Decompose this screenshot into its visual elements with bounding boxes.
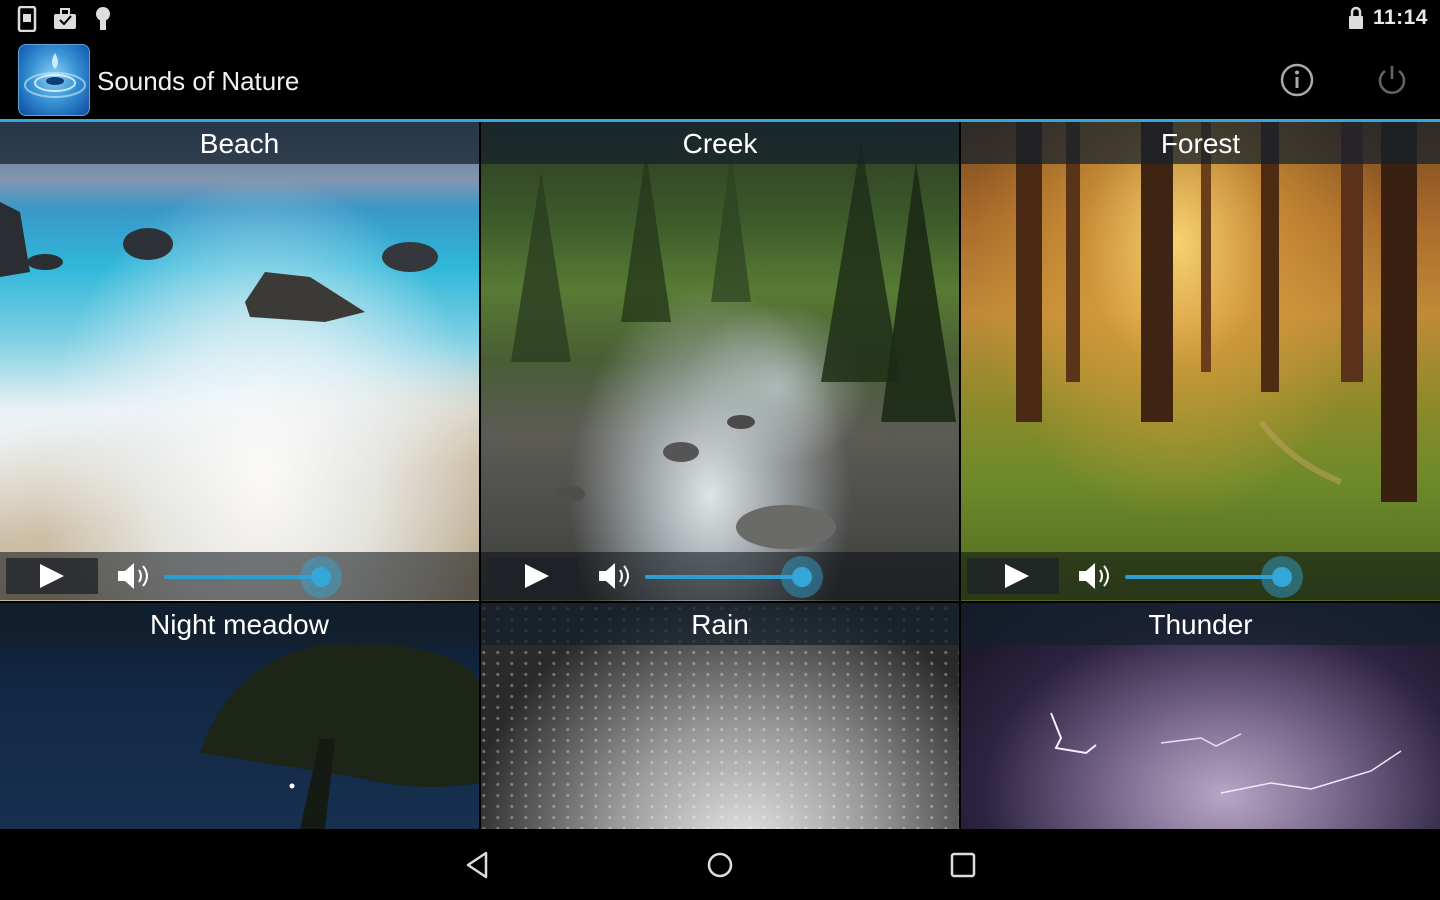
sound-tile-creek[interactable]: Creek	[481, 122, 959, 601]
play-button[interactable]	[6, 558, 98, 594]
play-icon	[40, 564, 64, 588]
volume-slider-track[interactable]	[1125, 575, 1281, 579]
play-icon	[525, 564, 549, 588]
volume-slider-thumb[interactable]	[781, 556, 823, 598]
sound-title: Creek	[682, 128, 758, 159]
creek-trees	[511, 142, 956, 549]
recents-icon[interactable]	[945, 847, 981, 883]
sound-tile-header: Beach	[0, 122, 479, 164]
forest-trunks	[1016, 122, 1417, 502]
sound-controls	[0, 552, 479, 600]
sound-title: Rain	[691, 609, 749, 640]
home-icon[interactable]	[702, 847, 738, 883]
play-button[interactable]	[487, 558, 579, 594]
sound-controls	[481, 552, 959, 600]
sound-tile-rain[interactable]: Rain	[481, 603, 959, 829]
sound-tile-header: Thunder	[961, 603, 1440, 645]
status-bar: 11:14	[0, 0, 1440, 38]
sound-controls	[961, 552, 1440, 600]
lock-icon	[1348, 6, 1363, 29]
sound-tile-thunder[interactable]: Thunder	[961, 603, 1440, 829]
sound-title: Forest	[1160, 128, 1241, 159]
sound-tile-header: Night meadow	[0, 603, 479, 645]
volume-icon	[118, 563, 148, 589]
info-icon[interactable]	[1279, 62, 1315, 98]
sound-tile-beach[interactable]: Beach	[0, 122, 479, 601]
sound-title: Night meadow	[150, 609, 329, 640]
status-time: 11:14	[1372, 6, 1428, 29]
play-button[interactable]	[967, 558, 1059, 594]
sound-tile-header: Creek	[481, 122, 959, 164]
phone-icon	[17, 6, 37, 32]
volume-icon	[599, 563, 629, 589]
suitcase-icon	[54, 8, 76, 29]
sound-tile-night-meadow[interactable]: Night meadow	[0, 603, 479, 829]
sound-tile-header: Forest	[961, 122, 1440, 164]
sound-tile-header: Rain	[481, 603, 959, 645]
play-icon	[1005, 564, 1029, 588]
back-icon[interactable]	[460, 847, 496, 883]
volume-slider-track[interactable]	[645, 575, 801, 579]
nav-bar	[0, 829, 1440, 900]
volume-slider-track[interactable]	[164, 575, 320, 579]
volume-slider-thumb[interactable]	[1261, 556, 1303, 598]
beach-rocks	[0, 202, 438, 322]
sound-tile-forest[interactable]: Forest	[961, 122, 1440, 601]
app-icon	[18, 44, 90, 116]
sound-title: Beach	[199, 128, 280, 159]
action-bar: Sounds of Nature	[0, 38, 1440, 119]
volume-slider-thumb[interactable]	[300, 556, 342, 598]
android-icon	[96, 7, 110, 30]
power-icon[interactable]	[1374, 62, 1410, 98]
volume-icon	[1079, 563, 1109, 589]
app-title: Sounds of Nature	[97, 66, 300, 96]
sound-title: Thunder	[1148, 609, 1253, 640]
